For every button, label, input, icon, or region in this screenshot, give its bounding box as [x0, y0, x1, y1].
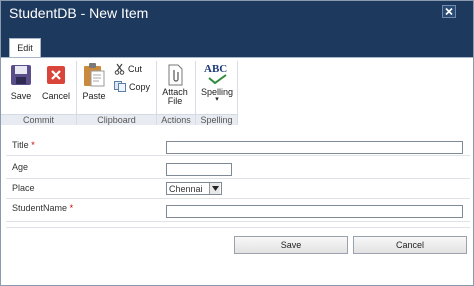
- group-actions: Actions: [161, 115, 191, 125]
- save-button[interactable]: Save: [7, 64, 35, 101]
- copy-label: Copy: [129, 81, 151, 92]
- save-label: Save: [10, 91, 32, 101]
- cut-label: Cut: [128, 64, 143, 74]
- field-row-title: Title *: [6, 132, 470, 156]
- chevron-down-icon[interactable]: [209, 183, 220, 194]
- scissors-icon: [114, 63, 125, 75]
- window-title: StudentDB - New Item: [9, 5, 149, 21]
- cut-button[interactable]: Cut: [114, 63, 142, 75]
- chevron-down-icon: ▾: [215, 96, 219, 103]
- group-spelling: Spelling: [200, 115, 233, 125]
- title-input[interactable]: [166, 141, 463, 154]
- place-select[interactable]: Chennai: [166, 182, 222, 195]
- close-icon[interactable]: [442, 5, 456, 18]
- age-input[interactable]: [166, 163, 232, 176]
- attach-file-button[interactable]: Attach File: [159, 64, 191, 106]
- field-row-place: Place Chennai: [6, 179, 470, 199]
- cancel-button[interactable]: Cancel: [353, 236, 467, 254]
- spelling-icon: ABC: [204, 62, 230, 84]
- copy-icon: [114, 81, 126, 92]
- field-label-studentname: StudentName *: [12, 203, 74, 213]
- field-label-age: Age: [12, 162, 29, 172]
- field-label-title: Title *: [12, 140, 35, 150]
- attach-label-line2: File: [167, 96, 183, 106]
- field-row-age: Age: [6, 156, 470, 179]
- attach-file-icon: [168, 64, 183, 86]
- group-clipboard: Clipboard: [97, 115, 136, 125]
- paste-label: Paste: [82, 91, 106, 101]
- place-selected-value: Chennai: [169, 183, 203, 194]
- title-bar: StudentDB - New Item Edit: [1, 1, 473, 57]
- paste-button[interactable]: Paste: [80, 62, 108, 101]
- cancel-label: Cancel: [41, 91, 70, 101]
- ribbon: Save Cancel Paste Cut Copy Attach File A…: [1, 57, 473, 127]
- group-commit: Commit: [23, 115, 54, 125]
- studentname-input[interactable]: [166, 205, 463, 218]
- cancel-ribbon-button[interactable]: Cancel: [40, 64, 72, 101]
- new-item-dialog: StudentDB - New Item Edit Save Cancel Pa…: [0, 0, 474, 286]
- paste-icon: [84, 63, 105, 87]
- tab-edit[interactable]: Edit: [9, 38, 41, 57]
- field-row-studentname: StudentName *: [6, 199, 470, 222]
- spelling-button[interactable]: ABC Spelling ▾: [199, 62, 235, 103]
- copy-button[interactable]: Copy: [114, 81, 150, 92]
- field-label-place: Place: [12, 183, 35, 193]
- required-marker: *: [31, 140, 35, 150]
- save-button[interactable]: Save: [234, 236, 348, 254]
- save-icon: [11, 65, 31, 85]
- required-marker: *: [69, 203, 74, 213]
- cancel-icon: [47, 66, 65, 84]
